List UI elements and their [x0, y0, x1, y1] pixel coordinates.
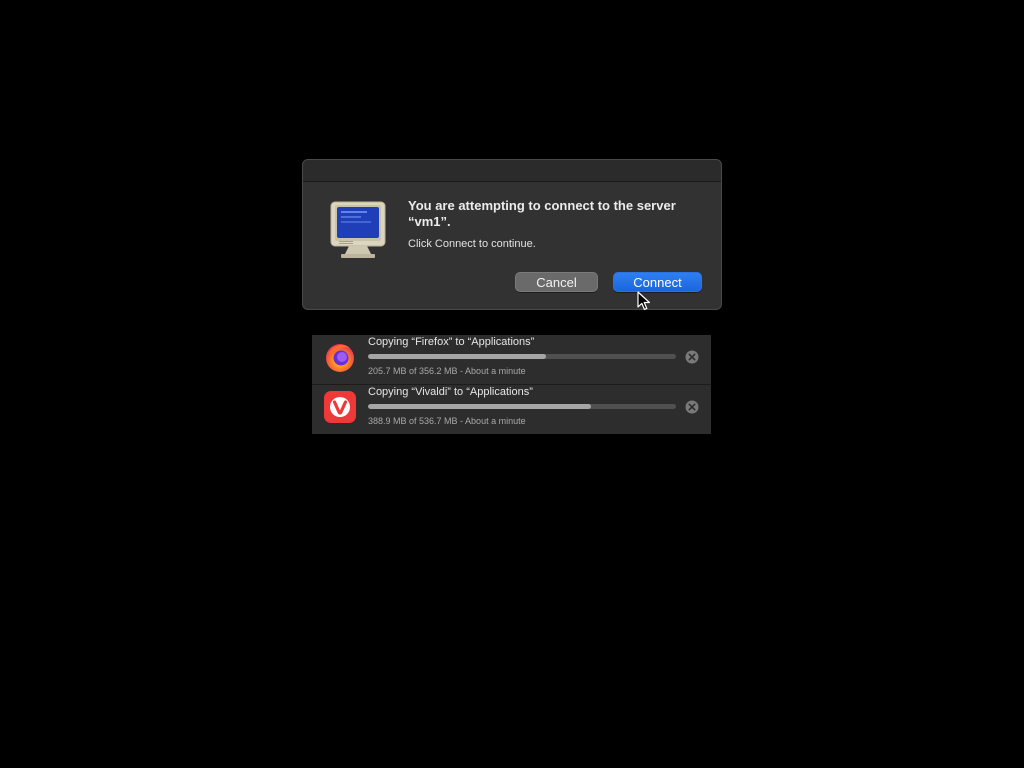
connect-button[interactable]: Connect — [613, 272, 702, 292]
cancel-button[interactable]: Cancel — [515, 272, 598, 292]
dialog-titlebar[interactable] — [303, 160, 721, 182]
desktop-screen: You are attempting to connect to the ser… — [0, 0, 1024, 768]
vivaldi-icon — [324, 391, 356, 423]
screen-sharing-monitor-icon — [330, 201, 386, 258]
copy-progress-bar — [368, 404, 676, 409]
copy-progress-fill — [368, 404, 592, 409]
connect-server-dialog: You are attempting to connect to the ser… — [302, 159, 722, 310]
copy-item-vivaldi: Copying “Vivaldi” to “Applications” 388.… — [312, 385, 711, 434]
dialog-title: You are attempting to connect to the ser… — [408, 198, 676, 229]
firefox-icon — [326, 344, 354, 372]
copy-progress-panel: Copying “Firefox” to “Applications” 205.… — [312, 335, 711, 434]
stop-copy-icon[interactable] — [685, 400, 699, 414]
dialog-message: Click Connect to continue. — [408, 238, 536, 250]
copy-item-title: Copying “Firefox” to “Applications” — [368, 336, 535, 348]
copy-progress-bar — [368, 354, 676, 359]
copy-progress-fill — [368, 354, 546, 359]
copy-item-firefox: Copying “Firefox” to “Applications” 205.… — [312, 335, 711, 385]
copy-item-status: 205.7 MB of 356.2 MB - About a minute — [368, 366, 526, 376]
stop-copy-icon[interactable] — [685, 350, 699, 364]
mouse-cursor-icon — [637, 291, 650, 310]
copy-item-status: 388.9 MB of 536.7 MB - About a minute — [368, 416, 526, 426]
copy-item-title: Copying “Vivaldi” to “Applications” — [368, 386, 533, 398]
